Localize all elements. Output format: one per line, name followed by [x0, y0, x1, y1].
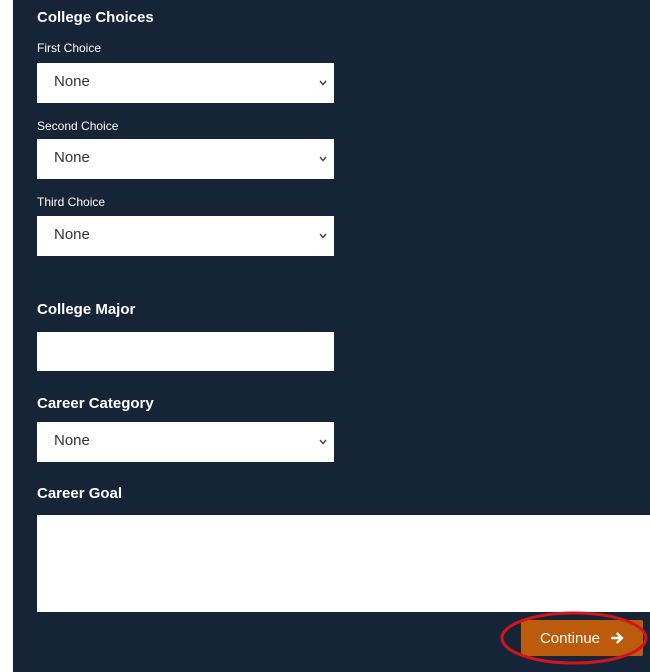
chevron-down-icon: [319, 439, 327, 445]
chevron-down-icon: [319, 156, 327, 162]
career-goal-textarea[interactable]: [37, 515, 650, 612]
career-goal-label: Career Goal: [37, 485, 123, 502]
first-choice-value: None: [54, 73, 90, 90]
second-choice-select[interactable]: None: [37, 139, 334, 179]
arrow-right-icon: [611, 632, 624, 644]
form-panel: College Choices First Choice None Second…: [13, 0, 650, 672]
continue-button-label: Continue: [539, 629, 601, 647]
college-major-label: College Major: [37, 301, 136, 318]
second-choice-label: Second Choice: [37, 119, 119, 133]
career-category-value: None: [54, 432, 90, 449]
career-category-select[interactable]: None: [37, 422, 334, 462]
third-choice-label: Third Choice: [37, 195, 106, 209]
third-choice-value: None: [54, 226, 90, 243]
college-major-input[interactable]: [37, 332, 334, 371]
first-choice-select[interactable]: None: [37, 63, 334, 103]
chevron-down-icon: [319, 233, 327, 239]
first-choice-label: First Choice: [37, 41, 102, 55]
second-choice-value: None: [54, 149, 90, 166]
career-category-label: Career Category: [37, 395, 154, 412]
third-choice-select[interactable]: None: [37, 216, 334, 256]
chevron-down-icon: [319, 80, 327, 86]
continue-button[interactable]: Continue: [521, 620, 643, 656]
college-choices-heading: College Choices: [37, 9, 154, 26]
